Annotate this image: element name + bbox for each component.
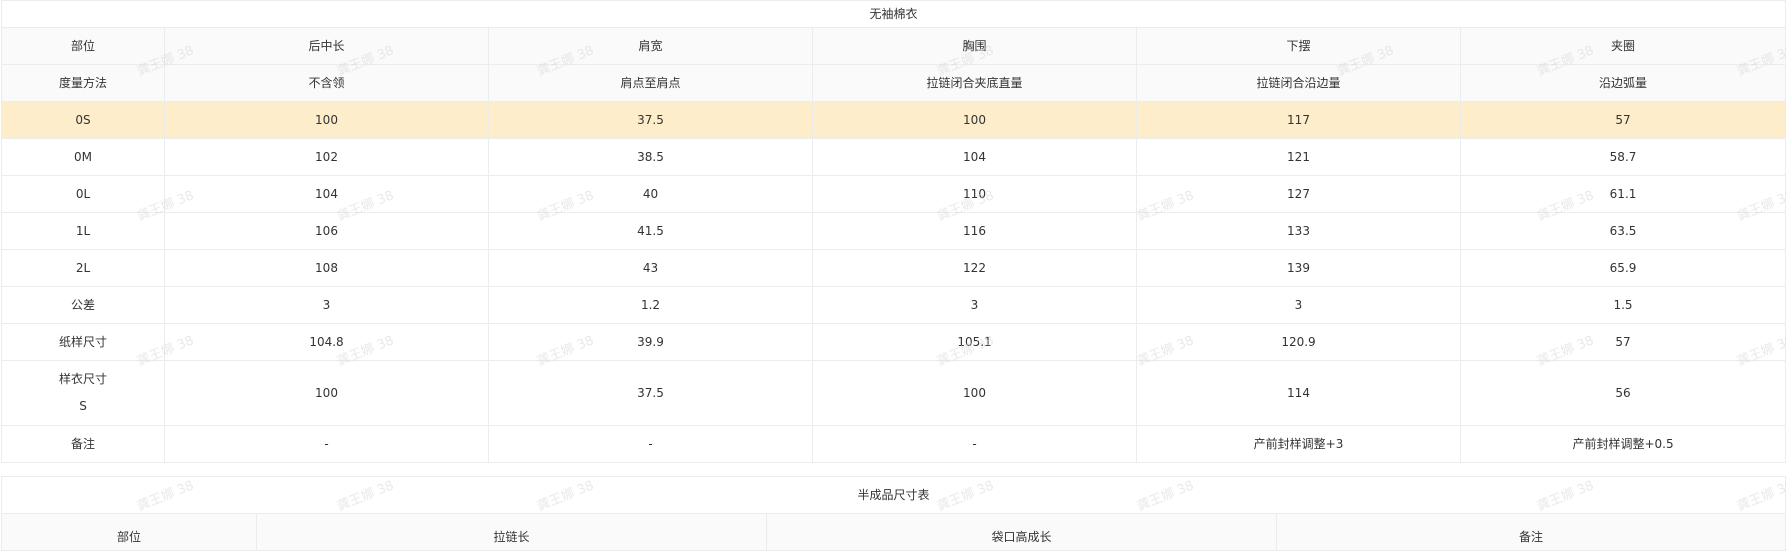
size-table: 无袖棉衣 部位 后中长 肩宽 胸围 下摆 夹圈 度量方法 不含领 肩点至肩点 拉… — [0, 0, 1786, 463]
table-cell: 104.8 — [164, 323, 489, 361]
table-cell: 104 — [164, 175, 489, 213]
table-cell: 133 — [1136, 212, 1461, 250]
header-cell: 拉链长 — [256, 513, 767, 551]
table-cell: 65.9 — [1459, 249, 1786, 287]
sample-size-label-cell: 样衣尺寸 S — [1, 360, 165, 426]
table-row: 公差 3 1.2 3 3 1.5 — [1, 286, 1786, 324]
table-title-row: 半成品尺寸表 — [0, 476, 1786, 514]
method-cell: 肩点至肩点 — [488, 64, 813, 102]
sample-size-row: 样衣尺寸 S 100 37.5 100 114 56 — [1, 360, 1786, 426]
method-row: 度量方法 不含领 肩点至肩点 拉链闭合夹底直量 拉链闭合沿边量 沿边弧量 — [1, 64, 1786, 102]
table-cell: 106 — [164, 212, 489, 250]
table-cell: 122 — [812, 249, 1137, 287]
table-cell: 产前封样调整+0.5 — [1459, 425, 1786, 463]
notes-label-cell: 备注 — [1, 425, 165, 463]
table-cell: 100 — [812, 101, 1137, 139]
method-cell: 拉链闭合沿边量 — [1136, 64, 1461, 102]
table-cell: 114 — [1136, 360, 1461, 426]
sample-size-label: 样衣尺寸 — [58, 372, 107, 386]
size-label-cell: 1L — [1, 212, 165, 250]
table-row: 纸样尺寸 104.8 39.9 105.1 120.9 57 — [1, 323, 1786, 361]
tolerance-label-cell: 公差 — [1, 286, 165, 324]
header-row: 部位 拉链长 袋口高成长 备注 — [1, 513, 1786, 551]
table-cell: 3 — [1136, 286, 1461, 324]
header-cell: 后中长 — [164, 27, 489, 65]
table-title: 无袖棉衣 — [0, 0, 1786, 28]
table-cell: 116 — [812, 212, 1137, 250]
pattern-size-label-cell: 纸样尺寸 — [1, 323, 165, 361]
header-cell: 下摆 — [1136, 27, 1461, 65]
table-row: 0L 104 40 110 127 61.1 — [1, 175, 1786, 213]
header-cell: 夹圈 — [1459, 27, 1786, 65]
table-cell: 56 — [1459, 360, 1786, 426]
table-cell: 120.9 — [1136, 323, 1461, 361]
header-cell: 部位 — [1, 27, 165, 65]
method-cell: 度量方法 — [1, 64, 165, 102]
table-cell: 61.1 — [1459, 175, 1786, 213]
header-cell: 备注 — [1275, 513, 1786, 551]
table-cell: 100 — [164, 101, 489, 139]
table-cell: - — [164, 425, 489, 463]
size-label-cell: 0S — [1, 101, 165, 139]
header-cell: 部位 — [1, 513, 257, 551]
table-cell: 139 — [1136, 249, 1461, 287]
method-cell: 沿边弧量 — [1459, 64, 1786, 102]
size-chart-page: 无袖棉衣 部位 后中长 肩宽 胸围 下摆 夹圈 度量方法 不含领 肩点至肩点 拉… — [0, 0, 1786, 551]
table-row: 1L 106 41.5 116 133 63.5 — [1, 212, 1786, 250]
table-cell: 3 — [812, 286, 1137, 324]
table-cell: 57 — [1459, 323, 1786, 361]
table-cell: 108 — [164, 249, 489, 287]
table-cell: 110 — [812, 175, 1137, 213]
table-cell: 37.5 — [488, 101, 813, 139]
semi-finished-size-table: 半成品尺寸表 部位 拉链长 袋口高成长 备注 — [0, 476, 1786, 551]
table-cell: 40 — [488, 175, 813, 213]
table-cell: 100 — [164, 360, 489, 426]
table-cell: 41.5 — [488, 212, 813, 250]
table-cell: 127 — [1136, 175, 1461, 213]
size-label-cell: 2L — [1, 249, 165, 287]
table-cell: 102 — [164, 138, 489, 176]
table-cell: 39.9 — [488, 323, 813, 361]
header-row: 部位 后中长 肩宽 胸围 下摆 夹圈 — [1, 27, 1786, 65]
header-cell: 袋口高成长 — [766, 513, 1277, 551]
table-cell: 63.5 — [1459, 212, 1786, 250]
table-cell: 1.5 — [1459, 286, 1786, 324]
notes-row: 备注 - - - 产前封样调整+3 产前封样调整+0.5 — [1, 425, 1786, 463]
table-cell: 58.7 — [1459, 138, 1786, 176]
size-label-cell: 0M — [1, 138, 165, 176]
table-cell: 3 — [164, 286, 489, 324]
table-row: 0M 102 38.5 104 121 58.7 — [1, 138, 1786, 176]
table-cell: 57 — [1459, 101, 1786, 139]
table-cell: 1.2 — [488, 286, 813, 324]
table-cell: 117 — [1136, 101, 1461, 139]
table-cell: - — [488, 425, 813, 463]
method-cell: 拉链闭合夹底直量 — [812, 64, 1137, 102]
table-cell: 104 — [812, 138, 1137, 176]
table-cell: 105.1 — [812, 323, 1137, 361]
table-gap — [1, 463, 1785, 476]
header-cell: 胸围 — [812, 27, 1137, 65]
table-row[interactable]: 0S 100 37.5 100 117 57 — [1, 101, 1786, 139]
size-label-cell: 0L — [1, 175, 165, 213]
table-cell: 121 — [1136, 138, 1461, 176]
table-cell: 43 — [488, 249, 813, 287]
method-cell: 不含领 — [164, 64, 489, 102]
table-cell: 38.5 — [488, 138, 813, 176]
table-cell: - — [812, 425, 1137, 463]
sample-size-code: S — [79, 399, 87, 413]
table-cell: 产前封样调整+3 — [1136, 425, 1461, 463]
header-cell: 肩宽 — [488, 27, 813, 65]
table-row: 2L 108 43 122 139 65.9 — [1, 249, 1786, 287]
table-cell: 37.5 — [488, 360, 813, 426]
table-cell: 100 — [812, 360, 1137, 426]
table-title: 半成品尺寸表 — [0, 476, 1786, 514]
table-title-row: 无袖棉衣 — [0, 0, 1786, 28]
